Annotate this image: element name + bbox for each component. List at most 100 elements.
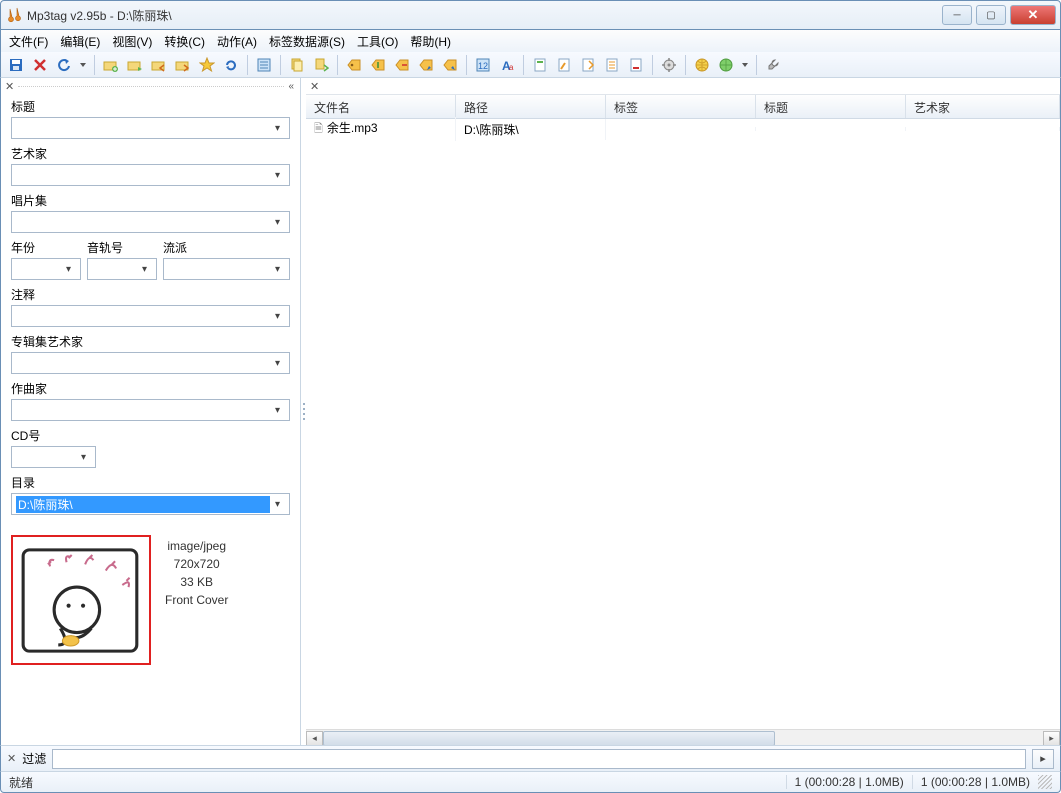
doc2-icon[interactable] [553,54,575,76]
cover-art[interactable] [11,535,151,665]
tagcmd2-icon[interactable] [367,54,389,76]
field-track-input[interactable]: ▾ [87,258,157,280]
globe2-icon[interactable] [715,54,737,76]
maximize-button[interactable]: ▢ [976,5,1006,25]
field-composer-label: 作曲家 [11,380,290,397]
field-title-label: 标题 [11,98,290,115]
resize-grip[interactable] [1038,775,1052,789]
favorite-icon[interactable] [196,54,218,76]
cell-tag [606,127,756,131]
paste-tag-icon[interactable] [310,54,332,76]
copy-tag-icon[interactable] [286,54,308,76]
panel-collapse-icon[interactable]: « [288,81,294,92]
titlebar: Mp3tag v2.95b - D:\陈丽珠\ ─ ▢ ✕ [0,0,1061,30]
field-albumartist-label: 专辑集艺术家 [11,333,290,350]
menu-edit[interactable]: 编辑(E) [54,31,106,52]
chevron-down-icon[interactable]: ▾ [270,170,285,181]
list-header: 文件名 路径 标签 标题 艺术家 [306,95,1060,119]
menu-help[interactable]: 帮助(H) [404,31,457,52]
folder-in-icon[interactable] [148,54,170,76]
file-list[interactable]: 文件名 路径 标签 标题 艺术家 🗎余生.mp3 D:\陈丽珠\ ◂ ▸ [306,94,1060,745]
col-path[interactable]: 路径 [456,95,606,118]
cell-title [756,127,906,131]
field-year-label: 年份 [11,239,81,256]
cover-info: image/jpeg 720x720 33 KB Front Cover [165,535,228,665]
chevron-down-icon[interactable]: ▾ [270,358,285,369]
delete-icon[interactable] [29,54,51,76]
doc5-icon[interactable] [625,54,647,76]
horizontal-scrollbar[interactable]: ◂ ▸ [306,729,1060,745]
field-title-input[interactable]: ▾ [11,117,290,139]
menu-file[interactable]: 文件(F) [3,31,54,52]
svg-text:12: 12 [478,61,488,71]
col-tag[interactable]: 标签 [606,95,756,118]
field-genre-label: 流派 [163,239,290,256]
chevron-down-icon[interactable]: ▾ [270,311,285,322]
field-albumartist-input[interactable]: ▾ [11,352,290,374]
panel-close-icon[interactable]: ✕ [310,80,319,93]
chevron-down-icon[interactable]: ▾ [137,264,152,275]
col-artist[interactable]: 艺术家 [906,95,1060,118]
tools-icon[interactable] [658,54,680,76]
menubar: 文件(F) 编辑(E) 视图(V) 转换(C) 动作(A) 标签数据源(S) 工… [0,30,1061,52]
toolbar-separator [280,55,281,75]
chevron-down-icon[interactable]: ▾ [61,264,76,275]
chevron-down-icon[interactable]: ▾ [270,123,285,134]
folder-play-icon[interactable] [124,54,146,76]
field-cdnum-input[interactable]: ▾ [11,446,96,468]
tagcmd1-icon[interactable] [343,54,365,76]
doc4-icon[interactable] [601,54,623,76]
chevron-down-icon[interactable]: ▾ [270,264,285,275]
folder-out-icon[interactable] [172,54,194,76]
scroll-thumb[interactable] [323,731,775,746]
menu-tools[interactable]: 工具(O) [351,31,404,52]
chevron-down-icon[interactable]: ▾ [270,217,285,228]
font-icon[interactable]: Aa [496,54,518,76]
undo-icon[interactable] [53,54,75,76]
field-album-input[interactable]: ▾ [11,211,290,233]
number-icon[interactable]: 12 [472,54,494,76]
field-artist-input[interactable]: ▾ [11,164,290,186]
menu-view[interactable]: 视图(V) [106,31,158,52]
doc3-icon[interactable] [577,54,599,76]
app-icon [7,7,23,23]
menu-convert[interactable]: 转换(C) [158,31,211,52]
list-icon[interactable] [253,54,275,76]
undo-dropdown-icon[interactable] [77,54,89,76]
col-filename[interactable]: 文件名 [306,95,456,118]
tagcmd4-icon[interactable] [415,54,437,76]
chevron-down-icon[interactable]: ▾ [270,405,285,416]
menu-action[interactable]: 动作(A) [211,31,263,52]
panel-close-icon[interactable]: ✕ [5,80,14,93]
field-year-input[interactable]: ▾ [11,258,81,280]
minimize-button[interactable]: ─ [942,5,972,25]
scroll-right-btn[interactable]: ▸ [1043,731,1060,746]
filter-run-button[interactable]: ▸ [1032,749,1054,769]
statusbar: 就绪 1 (00:00:28 | 1.0MB) 1 (00:00:28 | 1.… [0,771,1061,793]
cover-size: 33 KB [180,573,213,591]
doc1-icon[interactable] [529,54,551,76]
list-row[interactable]: 🗎余生.mp3 D:\陈丽珠\ [306,119,1060,139]
chevron-down-icon[interactable]: ▾ [76,452,91,463]
close-button[interactable]: ✕ [1010,5,1056,25]
scroll-left-btn[interactable]: ◂ [306,731,323,746]
save-icon[interactable] [5,54,27,76]
globe-dropdown-icon[interactable] [739,54,751,76]
menu-tagsrc[interactable]: 标签数据源(S) [263,31,351,52]
main-area: ✕ « 标题 ▾ 艺术家 ▾ 唱片集 ▾ 年份 ▾ [0,78,1061,745]
globe1-icon[interactable] [691,54,713,76]
chevron-down-icon[interactable]: ▾ [270,499,285,510]
toolbar-separator [523,55,524,75]
folder-add-icon[interactable] [100,54,122,76]
field-genre-input[interactable]: ▾ [163,258,290,280]
refresh-icon[interactable] [220,54,242,76]
tagcmd5-icon[interactable] [439,54,461,76]
tagcmd3-icon[interactable] [391,54,413,76]
filter-input[interactable] [52,749,1026,769]
field-composer-input[interactable]: ▾ [11,399,290,421]
field-comment-input[interactable]: ▾ [11,305,290,327]
field-directory-input[interactable]: D:\陈丽珠\▾ [11,493,290,515]
filter-close-icon[interactable]: ✕ [7,752,16,765]
wrench-icon[interactable] [762,54,784,76]
col-title[interactable]: 标题 [756,95,906,118]
